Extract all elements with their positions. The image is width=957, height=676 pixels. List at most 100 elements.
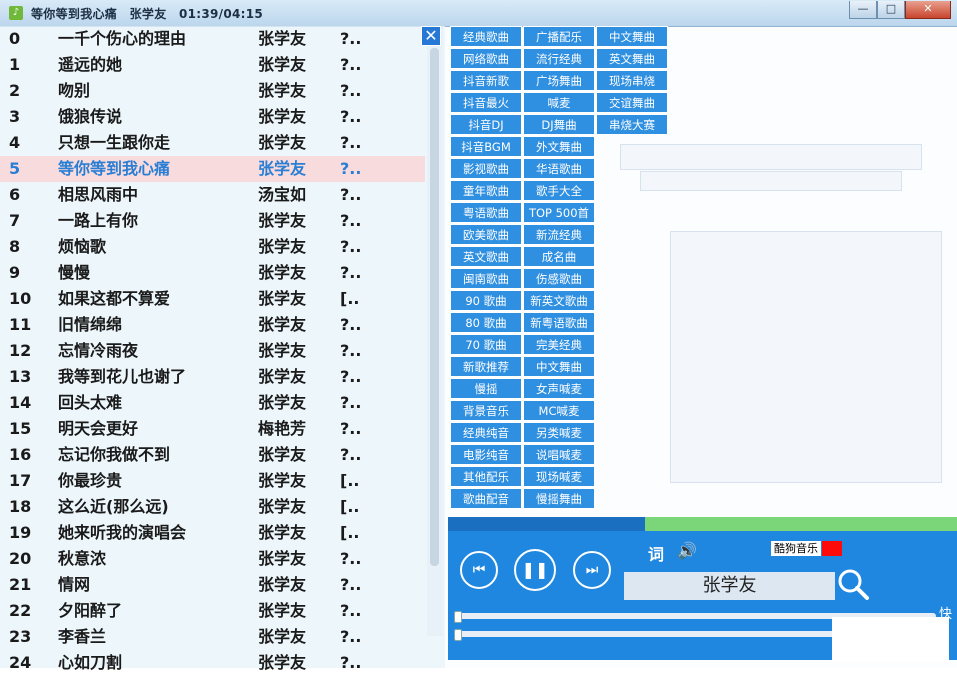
category-button[interactable]: 流行经典	[523, 48, 595, 69]
category-button[interactable]: 抖音最火	[450, 92, 522, 113]
playlist-row[interactable]: 23 李香兰 张学友?..	[0, 624, 425, 650]
category-button[interactable]: 新流经典	[523, 224, 595, 245]
category-button[interactable]: 慢摇	[450, 378, 522, 399]
playlist-row[interactable]: 15 明天会更好 梅艳芳?..	[0, 416, 425, 442]
maximize-button[interactable]: □	[877, 1, 905, 19]
playlist-row[interactable]: 7 一路上有你 张学友?..	[0, 208, 425, 234]
playlist-row[interactable]: 0 一千个伤心的理由 张学友?..	[0, 26, 425, 52]
playlist-row-number: 5	[9, 159, 21, 178]
playlist-row[interactable]: 16 忘记你我做不到 张学友?..	[0, 442, 425, 468]
category-button[interactable]: 新歌推荐	[450, 356, 522, 377]
category-button[interactable]: 喊麦	[523, 92, 595, 113]
category-button[interactable]: 欧美歌曲	[450, 224, 522, 245]
category-button[interactable]: 其他配乐	[450, 466, 522, 487]
playlist-row[interactable]: 2 吻别 张学友?..	[0, 78, 425, 104]
playlist-row[interactable]: 6 相思风雨中 汤宝如?..	[0, 182, 425, 208]
close-playlist-icon[interactable]: ✕	[421, 26, 441, 46]
category-button[interactable]: 完美经典	[523, 334, 595, 355]
category-button[interactable]: 现场串烧	[596, 70, 668, 91]
volume-slider-thumb[interactable]	[454, 629, 462, 641]
pause-button[interactable]: ❚❚	[514, 549, 556, 591]
category-button[interactable]: 抖音BGM	[450, 136, 522, 157]
category-button[interactable]: 抖音DJ	[450, 114, 522, 135]
category-button[interactable]: 80 歌曲	[450, 312, 522, 333]
playlist-row[interactable]: 17 你最珍贵 张学友 [..	[0, 468, 425, 494]
category-button[interactable]: 抖音新歌	[450, 70, 522, 91]
category-button[interactable]: 70 歌曲	[450, 334, 522, 355]
next-track-button[interactable]: ⏭	[573, 551, 611, 589]
category-button[interactable]: 串烧大赛	[596, 114, 668, 135]
category-button[interactable]: 交谊舞曲	[596, 92, 668, 113]
playlist-row[interactable]: 9 慢慢 张学友?..	[0, 260, 425, 286]
category-button[interactable]: 广播配乐	[523, 26, 595, 47]
category-button[interactable]: 华语歌曲	[523, 158, 595, 179]
playlist-row-duration: ?..	[340, 55, 362, 74]
search-input[interactable]: 张学友	[624, 572, 835, 600]
category-button[interactable]: TOP 500首	[523, 202, 595, 223]
playlist-row[interactable]: 4 只想一生跟你走 张学友?..	[0, 130, 425, 156]
category-button[interactable]: 影视歌曲	[450, 158, 522, 179]
category-button[interactable]: 童年歌曲	[450, 180, 522, 201]
category-button[interactable]: 新英文歌曲	[523, 290, 595, 311]
playlist-row[interactable]: 13 我等到花儿也谢了 张学友?..	[0, 364, 425, 390]
playlist-row-number: 12	[9, 341, 32, 360]
playlist-row-song: 秋意浓	[58, 549, 107, 568]
category-button[interactable]: 歌曲配音	[450, 488, 522, 509]
lyric-button[interactable]: 词	[648, 541, 664, 565]
playlist-row[interactable]: 14 回头太难 张学友?..	[0, 390, 425, 416]
category-button[interactable]: MC喊麦	[523, 400, 595, 421]
magnifier-icon[interactable]	[836, 567, 870, 601]
playlist-row-song: 情网	[58, 575, 91, 594]
category-button[interactable]: 电影纯音	[450, 444, 522, 465]
category-button[interactable]: 网络歌曲	[450, 48, 522, 69]
category-button[interactable]: 慢摇舞曲	[523, 488, 595, 509]
playlist-row[interactable]: 3 饿狼传说 张学友?..	[0, 104, 425, 130]
category-button[interactable]: 英文歌曲	[450, 246, 522, 267]
category-button[interactable]: 歌手大全	[523, 180, 595, 201]
playlist-row[interactable]: 19 她来听我的演唱会 张学友 [..	[0, 520, 425, 546]
category-button[interactable]: 成名曲	[523, 246, 595, 267]
category-button[interactable]: 90 歌曲	[450, 290, 522, 311]
category-button[interactable]: 中文舞曲	[596, 26, 668, 47]
playlist-row[interactable]: 18 这么近(那么远) 张学友 [..	[0, 494, 425, 520]
playlist-scroll-thumb[interactable]	[430, 48, 439, 566]
volume-slider[interactable]	[456, 631, 836, 637]
category-button[interactable]: DJ舞曲	[523, 114, 595, 135]
category-button[interactable]: 新粤语歌曲	[523, 312, 595, 333]
playlist-row[interactable]: 10 如果这都不算爱 张学友 [..	[0, 286, 425, 312]
category-button[interactable]: 经典歌曲	[450, 26, 522, 47]
category-button[interactable]: 广场舞曲	[523, 70, 595, 91]
playlist-row[interactable]: 8 烦恼歌 张学友?..	[0, 234, 425, 260]
category-button[interactable]: 闽南歌曲	[450, 268, 522, 289]
category-button[interactable]: 现场喊麦	[523, 466, 595, 487]
progress-slider-thumb[interactable]	[454, 611, 462, 623]
minimize-button[interactable]: —	[849, 1, 877, 19]
category-button[interactable]: 中文舞曲	[523, 356, 595, 377]
playlist-row[interactable]: 12 忘情冷雨夜 张学友?..	[0, 338, 425, 364]
category-button[interactable]: 外文舞曲	[523, 136, 595, 157]
category-button[interactable]: 另类喊麦	[523, 422, 595, 443]
category-button[interactable]: 英文舞曲	[596, 48, 668, 69]
playlist-row[interactable]: 24 心如刀割 张学友?..	[0, 650, 425, 676]
playlist-row[interactable]: 20 秋意浓 张学友?..	[0, 546, 425, 572]
speaker-icon[interactable]: 🔊	[677, 541, 697, 560]
category-button[interactable]: 粤语歌曲	[450, 202, 522, 223]
playlist-row[interactable]: 11 旧情绵绵 张学友?..	[0, 312, 425, 338]
close-button[interactable]: ✕	[905, 1, 951, 19]
previous-track-button[interactable]: ⏮	[460, 551, 498, 589]
source-label[interactable]: 酷狗音乐	[771, 541, 821, 556]
category-button[interactable]: 女声喊麦	[523, 378, 595, 399]
playlist-row-song: 慢慢	[58, 263, 91, 282]
playlist-row[interactable]: 1 遥远的她 张学友?..	[0, 52, 425, 78]
playlist-row[interactable]: 22 夕阳醉了 张学友?..	[0, 598, 425, 624]
playlist-row-duration: ?..	[340, 315, 362, 334]
category-button[interactable]: 经典纯音	[450, 422, 522, 443]
category-button[interactable]: 背景音乐	[450, 400, 522, 421]
category-button[interactable]: 伤感歌曲	[523, 268, 595, 289]
playlist-row[interactable]: 21 情网 张学友?..	[0, 572, 425, 598]
playlist-row-artist: 张学友	[258, 601, 307, 620]
category-button[interactable]: 说唱喊麦	[523, 444, 595, 465]
playlist-row-song: 吻别	[58, 81, 91, 100]
playlist-row[interactable]: 5 等你等到我心痛 张学友?..	[0, 156, 425, 182]
playlist-row-artist: 张学友	[258, 445, 307, 464]
